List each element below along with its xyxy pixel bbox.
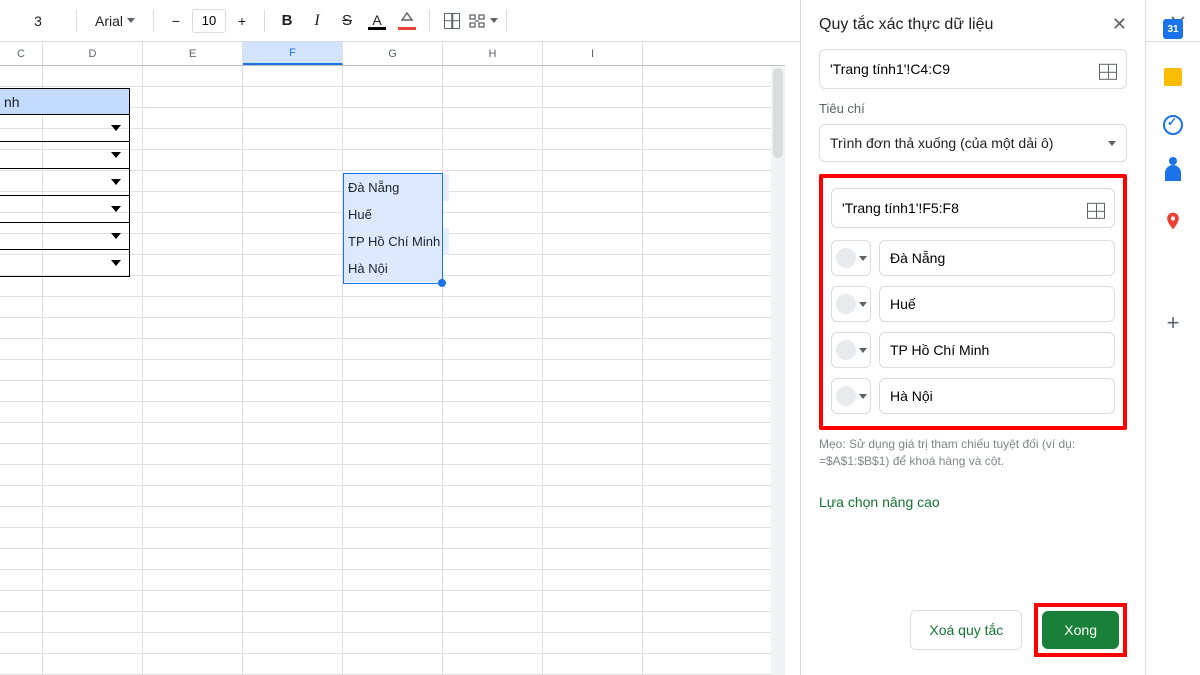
side-rail: 31 + — [1145, 0, 1200, 675]
chevron-down-icon — [127, 18, 135, 23]
criteria-select[interactable]: Trình đơn thả xuống (của một dải ô) — [819, 124, 1127, 162]
chevron-down-icon — [1108, 141, 1116, 146]
option-value-input[interactable] — [879, 286, 1115, 322]
text-color-button[interactable]: A — [363, 7, 391, 35]
merge-cells-button[interactable] — [468, 7, 498, 35]
keep-icon[interactable] — [1162, 66, 1184, 88]
grid-select-icon[interactable] — [1087, 203, 1105, 219]
criteria-label: Tiêu chí — [819, 101, 1127, 116]
column-header[interactable]: H — [443, 42, 543, 65]
selection-handle[interactable] — [438, 279, 446, 287]
dropdown-arrow-icon — [111, 206, 121, 212]
highlight-annotation: Xong — [1034, 603, 1127, 657]
data-validation-panel: Quy tắc xác thực dữ liệu ✕ Tiêu chí Trìn… — [800, 0, 1145, 675]
dropdown-cell[interactable] — [0, 250, 130, 277]
selection-outline — [343, 173, 443, 284]
column-headers: C D E F G H I — [0, 42, 785, 66]
panel-title: Quy tắc xác thực dữ liệu — [819, 16, 993, 34]
maps-icon[interactable] — [1162, 210, 1184, 232]
advanced-options-link[interactable]: Lựa chọn nâng cao — [819, 488, 1127, 516]
option-color-chip[interactable] — [831, 286, 871, 322]
dropdown-cell[interactable] — [0, 223, 130, 250]
column-header[interactable]: E — [143, 42, 243, 65]
grid-select-icon[interactable] — [1099, 64, 1117, 80]
option-value-input[interactable] — [879, 332, 1115, 368]
dropdown-arrow-icon — [111, 260, 121, 266]
cell-reference[interactable]: 3 — [8, 7, 68, 35]
bold-button[interactable]: B — [273, 7, 301, 35]
option-value-input[interactable] — [879, 378, 1115, 414]
hint-text: Mẹo: Sử dụng giá trị tham chiếu tuyệt đố… — [819, 436, 1127, 470]
delete-rule-button[interactable]: Xoá quy tắc — [910, 610, 1022, 650]
source-range-input[interactable] — [831, 188, 1115, 228]
option-color-chip[interactable] — [831, 378, 871, 414]
contacts-icon[interactable] — [1162, 162, 1184, 184]
dropdown-cell[interactable] — [0, 196, 130, 223]
dropdown-arrow-icon — [111, 152, 121, 158]
dropdown-preview-column: nh — [0, 88, 130, 277]
apply-range-input[interactable] — [819, 49, 1127, 89]
option-color-chip[interactable] — [831, 332, 871, 368]
italic-button[interactable]: I — [303, 7, 331, 35]
dropdown-cell[interactable] — [0, 169, 130, 196]
font-size-decrease[interactable]: − — [162, 7, 190, 35]
dropdown-cell[interactable] — [0, 142, 130, 169]
dropdown-arrow-icon — [111, 233, 121, 239]
highlight-annotation — [819, 174, 1127, 430]
add-addon-icon[interactable]: + — [1162, 312, 1184, 334]
column-header[interactable]: C — [0, 42, 43, 65]
font-size-increase[interactable]: + — [228, 7, 256, 35]
spreadsheet-grid[interactable]: C D E F G H I — [0, 42, 785, 675]
option-row — [831, 378, 1115, 414]
option-row — [831, 332, 1115, 368]
dropdown-arrow-icon — [111, 125, 121, 131]
font-family-select[interactable]: Arial — [85, 7, 145, 35]
dropdown-arrow-icon — [111, 179, 121, 185]
calendar-icon[interactable]: 31 — [1162, 18, 1184, 40]
option-value-input[interactable] — [879, 240, 1115, 276]
dropdown-cell[interactable] — [0, 115, 130, 142]
font-size-stepper: − + — [162, 7, 256, 35]
table-header-cell[interactable]: nh — [0, 88, 130, 115]
strikethrough-button[interactable]: S — [333, 7, 361, 35]
chevron-down-icon — [490, 18, 498, 23]
column-header[interactable]: I — [543, 42, 643, 65]
borders-button[interactable] — [438, 7, 466, 35]
fill-color-button[interactable] — [393, 7, 421, 35]
done-button[interactable]: Xong — [1042, 611, 1119, 649]
column-header[interactable]: G — [343, 42, 443, 65]
option-color-chip[interactable] — [831, 240, 871, 276]
column-header[interactable]: D — [43, 42, 143, 65]
option-row — [831, 240, 1115, 276]
tasks-icon[interactable] — [1162, 114, 1184, 136]
column-header-selected[interactable]: F — [243, 42, 343, 65]
font-size-input[interactable] — [192, 9, 226, 33]
vertical-scrollbar[interactable] — [771, 66, 785, 675]
option-row — [831, 286, 1115, 322]
close-icon[interactable]: ✕ — [1112, 14, 1127, 35]
